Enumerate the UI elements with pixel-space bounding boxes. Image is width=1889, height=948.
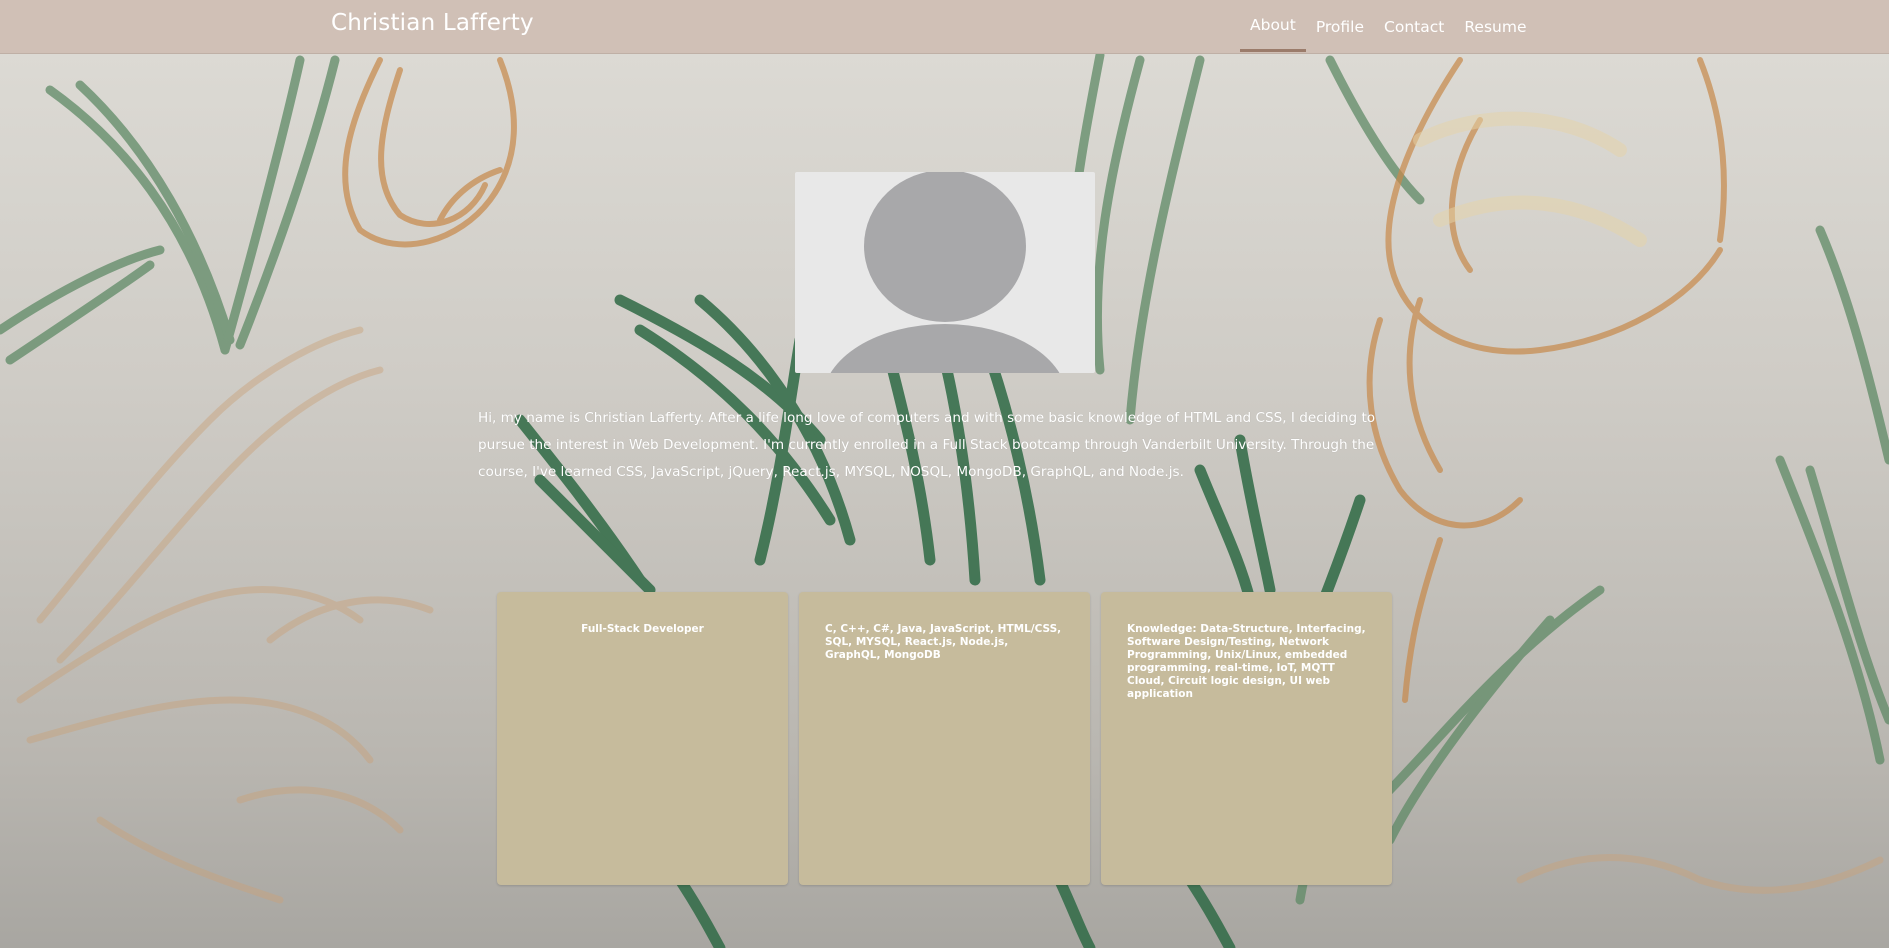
nav-link-profile[interactable]: Profile — [1306, 0, 1374, 54]
nav-link-resume[interactable]: Resume — [1454, 0, 1536, 54]
brand-name[interactable]: Christian Lafferty — [331, 10, 534, 36]
skill-card-languages: C, C++, C#, Java, JavaScript, HTML/CSS, … — [799, 592, 1090, 885]
top-navbar: Christian Lafferty About Profile Contact… — [0, 0, 1889, 54]
main-nav: About Profile Contact Resume — [1240, 0, 1537, 54]
skill-card-text: Knowledge: Data-Structure, Interfacing, … — [1127, 623, 1366, 700]
skill-card-text: C, C++, C#, Java, JavaScript, HTML/CSS, … — [825, 623, 1062, 661]
nav-link-contact[interactable]: Contact — [1374, 0, 1454, 54]
default-user-avatar-icon — [795, 172, 1095, 373]
skill-card-knowledge: Knowledge: Data-Structure, Interfacing, … — [1101, 592, 1392, 885]
nav-link-about[interactable]: About — [1240, 0, 1306, 54]
skill-card-role: Full-Stack Developer — [497, 592, 788, 885]
avatar-head-shape — [864, 172, 1026, 322]
avatar-body-shape — [823, 324, 1067, 373]
skill-card-text: Full-Stack Developer — [581, 623, 704, 635]
bio-paragraph: Hi, my name is Christian Lafferty. After… — [478, 410, 1376, 480]
